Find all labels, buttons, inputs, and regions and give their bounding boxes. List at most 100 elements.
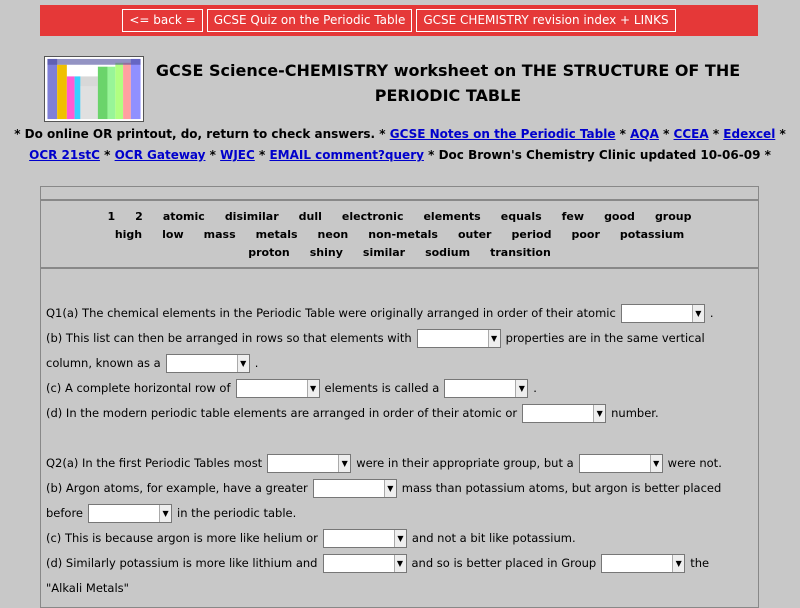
word-bank-item: poor: [571, 227, 600, 241]
answer-dropdown[interactable]: ▼: [416, 328, 501, 348]
chevron-down-icon: ▼: [306, 379, 319, 397]
question-text: mass than potassium atoms, but argon is …: [401, 481, 722, 495]
question-1a: Q1(a) The chemical elements in the Perio…: [46, 302, 713, 324]
notes-link[interactable]: GCSE Notes on the Periodic Table: [390, 127, 616, 141]
word-bank-item: group: [654, 209, 692, 223]
word-bank-item: atomic: [162, 209, 205, 223]
chevron-down-icon: ▼: [593, 404, 606, 422]
word-bank-row: 1 2 atomic disimilar dull electronic elements e…: [41, 207, 758, 225]
aqa-link[interactable]: AQA: [630, 127, 659, 141]
separator: *: [775, 127, 786, 141]
answer-dropdown[interactable]: ▼: [444, 378, 529, 398]
chevron-down-icon: ▼: [236, 354, 249, 372]
question-1d: (d) In the modern periodic table element…: [46, 402, 659, 424]
title-line-1: GCSE Science-CHEMISTRY worksheet on THE …: [155, 61, 741, 80]
separator: *: [615, 127, 631, 141]
answer-dropdown[interactable]: ▼: [578, 453, 663, 473]
ocr21-link[interactable]: OCR 21stC: [29, 148, 100, 162]
answer-dropdown[interactable]: ▼: [322, 553, 407, 573]
answer-dropdown[interactable]: ▼: [88, 503, 173, 523]
question-text: and so is better placed in Group: [411, 556, 597, 570]
question-2b: (b) Argon atoms, for example, have a gre…: [46, 477, 721, 499]
chevron-down-icon: ▼: [159, 504, 172, 522]
word-bank-item: outer: [457, 227, 492, 241]
question-text: (c) This is because argon is more like h…: [46, 531, 318, 545]
chevron-down-icon: ▼: [338, 454, 351, 472]
answer-dropdown[interactable]: ▼: [322, 528, 407, 548]
question-text: number.: [611, 406, 659, 420]
separator: *: [658, 127, 674, 141]
question-text: .: [533, 381, 537, 395]
word-bank-item: few: [561, 209, 585, 223]
question-1c: (c) A complete horizontal row of ▼ eleme…: [46, 377, 537, 399]
question-2a: Q2(a) In the first Periodic Tables most …: [46, 452, 722, 474]
question-text: before: [46, 506, 84, 520]
question-text: were not.: [667, 456, 722, 470]
question-text: (c) A complete horizontal row of: [46, 381, 231, 395]
answer-dropdown[interactable]: ▼: [235, 378, 320, 398]
section-divider: [40, 186, 759, 200]
word-bank-item: disimilar: [224, 209, 279, 223]
question-text: elements is called a: [324, 381, 440, 395]
question-text: .: [254, 356, 259, 370]
wjec-link[interactable]: WJEC: [220, 148, 255, 162]
question-text: were in their appropriate group, but a: [356, 456, 574, 470]
info-updated: * Doc Brown's Chemistry Clinic updated 1…: [423, 148, 771, 162]
question-text: the: [690, 556, 710, 570]
word-bank: 1 2 atomic disimilar dull electronic elements e…: [40, 200, 759, 268]
chevron-down-icon: ▼: [487, 329, 500, 347]
separator: *: [99, 148, 115, 162]
answer-dropdown[interactable]: ▼: [522, 403, 607, 423]
separator: *: [708, 127, 724, 141]
word-bank-item: electronic: [341, 209, 404, 223]
word-bank-row: high low mass metals neon non-metals outer peri…: [41, 225, 758, 243]
chevron-down-icon: ▼: [393, 554, 406, 572]
ccea-link[interactable]: CCEA: [674, 127, 709, 141]
word-bank-item: high: [114, 227, 143, 241]
question-text: "Alkali Metals": [46, 581, 129, 595]
answer-dropdown[interactable]: ▼: [620, 303, 705, 323]
email-link[interactable]: EMAIL comment?query: [269, 148, 423, 162]
chevron-down-icon: ▼: [515, 379, 528, 397]
edexcel-link[interactable]: Edexcel: [723, 127, 775, 141]
quiz-link-button[interactable]: GCSE Quiz on the Periodic Table: [206, 9, 413, 32]
revision-index-button[interactable]: GCSE CHEMISTRY revision index + LINKS: [416, 9, 676, 32]
word-bank-item: similar: [362, 245, 406, 259]
word-bank-item: neon: [317, 227, 349, 241]
question-text: Q2(a) In the first Periodic Tables most: [46, 456, 263, 470]
question-1b-cont: column, known as a ▼ .: [46, 352, 258, 374]
answer-dropdown[interactable]: ▼: [165, 353, 250, 373]
word-bank-item: period: [511, 227, 552, 241]
word-bank-item: 2: [135, 209, 143, 223]
chevron-down-icon: ▼: [691, 304, 704, 322]
word-bank-item: potassium: [619, 227, 685, 241]
question-text: Q1(a) The chemical elements in the Perio…: [46, 306, 616, 320]
word-bank-item: sodium: [425, 245, 471, 259]
answer-dropdown[interactable]: ▼: [601, 553, 686, 573]
question-2c: (c) This is because argon is more like h…: [46, 527, 576, 549]
word-bank-item: dull: [298, 209, 322, 223]
periodic-table-thumbnail: [44, 56, 144, 122]
question-text: (b) Argon atoms, for example, have a gre…: [46, 481, 308, 495]
info-text: * Do online OR printout, do, return to c…: [0, 124, 800, 166]
separator: *: [205, 148, 221, 162]
word-bank-item: proton: [248, 245, 290, 259]
chevron-down-icon: ▼: [649, 454, 662, 472]
word-bank-item: 1: [107, 209, 116, 223]
answer-dropdown[interactable]: ▼: [267, 453, 352, 473]
word-bank-item: metals: [255, 227, 298, 241]
chevron-down-icon: ▼: [393, 529, 406, 547]
question-text: properties are in the same vertical: [505, 331, 705, 345]
answer-dropdown[interactable]: ▼: [312, 478, 397, 498]
question-2b-cont: before ▼ in the periodic table.: [46, 502, 296, 524]
word-bank-item: good: [604, 209, 635, 223]
word-bank-item: equals: [500, 209, 542, 223]
question-text: (b) This list can then be arranged in ro…: [46, 331, 412, 345]
ocr-gateway-link[interactable]: OCR Gateway: [115, 148, 206, 162]
question-2d: (d) Similarly potassium is more like lit…: [46, 552, 709, 574]
word-bank-item: transition: [490, 245, 551, 259]
question-text: (d) In the modern periodic table element…: [46, 406, 518, 420]
question-text: .: [709, 306, 714, 320]
chevron-down-icon: ▼: [383, 479, 396, 497]
back-button[interactable]: <= back =: [122, 9, 203, 32]
